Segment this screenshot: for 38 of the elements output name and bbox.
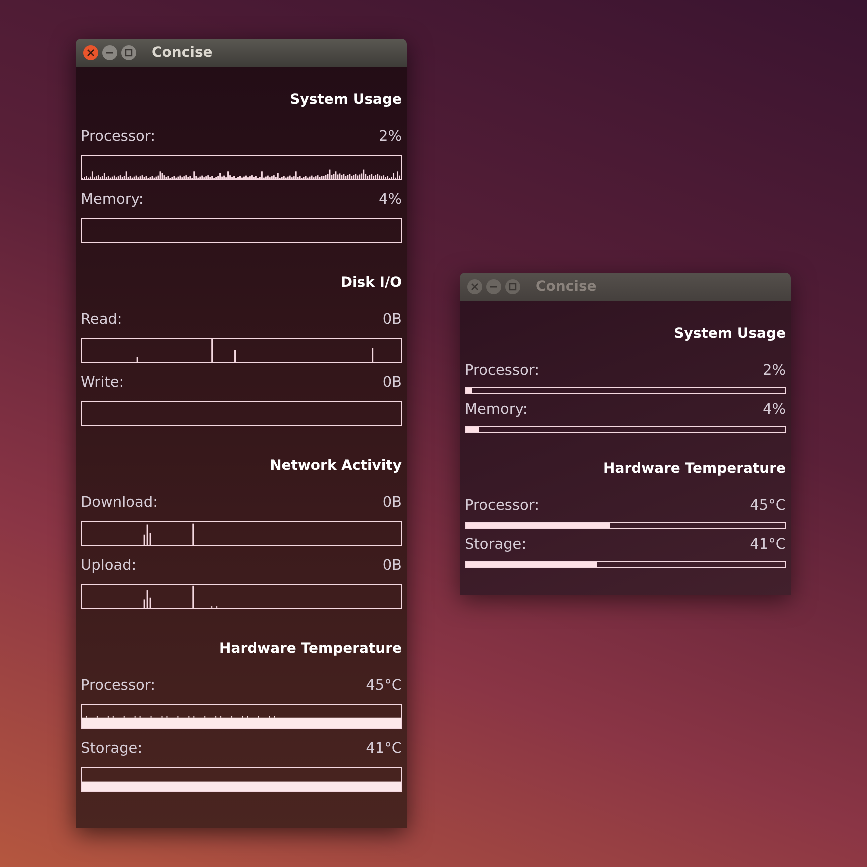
section-heading: System Usage: [673, 325, 786, 344]
minimize-button[interactable]: [486, 279, 502, 295]
maximize-button[interactable]: [121, 45, 137, 61]
metric-reading: 45°C: [750, 497, 786, 516]
metric-label: Storage:: [81, 740, 143, 760]
metric-label: Processor:: [81, 128, 156, 148]
metric-label: Upload:: [81, 557, 137, 576]
window-title: Concise: [536, 278, 597, 296]
metric-label: Download:: [81, 494, 158, 514]
metric-reading: 0B: [382, 494, 402, 514]
metric-label: Processor:: [465, 362, 540, 382]
metric-reading: 4%: [378, 191, 402, 210]
maximize-button[interactable]: [505, 279, 521, 295]
metric-label: Storage:: [465, 536, 527, 556]
window-title: Concise: [152, 44, 213, 62]
section-heading: Disk I/O: [340, 274, 402, 293]
metric-label: Processor:: [81, 677, 156, 696]
section-heading: Hardware Temperature: [602, 460, 786, 479]
metric-reading: 41°C: [750, 536, 786, 556]
metric-label: Processor:: [465, 497, 540, 516]
metric-reading: 0B: [382, 557, 402, 576]
minimize-button[interactable]: [102, 45, 118, 61]
section-heading: System Usage: [289, 91, 402, 110]
section-heading: Network Activity: [269, 457, 402, 476]
section-heading: Hardware Temperature: [218, 640, 402, 659]
metric-label: Write:: [81, 374, 124, 394]
metric-reading: 4%: [762, 401, 786, 420]
metric-reading: 2%: [378, 128, 402, 148]
metric-reading: 45°C: [366, 677, 402, 696]
metric-reading: 2%: [762, 362, 786, 382]
metric-label: Read:: [81, 311, 122, 330]
close-button[interactable]: [83, 45, 99, 61]
metric-reading: 0B: [382, 311, 402, 330]
metric-reading: 0B: [382, 374, 402, 394]
metric-label: Memory:: [465, 401, 528, 420]
close-button[interactable]: [467, 279, 483, 295]
metric-label: Memory:: [81, 191, 144, 210]
metric-reading: 41°C: [366, 740, 402, 760]
